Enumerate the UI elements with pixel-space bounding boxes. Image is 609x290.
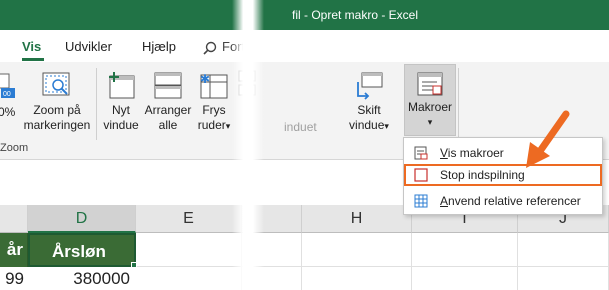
zoom-selection-label-1: Zoom på: [33, 103, 81, 117]
arrange-all-label-1: Arranger: [144, 103, 192, 117]
stop-recording-icon: [414, 168, 428, 182]
arrange-all-label-2: alle: [158, 118, 178, 132]
arrange-all-icon: [154, 72, 182, 99]
title-bar: fil - Opret makro - Excel: [0, 0, 609, 30]
table-header-cell-c[interactable]: år: [0, 233, 28, 267]
column-header-c[interactable]: [0, 205, 28, 233]
ribbon-separator-right: [458, 68, 459, 140]
zoom-100-button[interactable]: 00 0%: [0, 72, 16, 120]
table-cell-d[interactable]: 380000: [28, 267, 136, 290]
freeze-panes-dropdown-arrow: ▾: [225, 121, 231, 131]
switch-windows-label-1: Skift: [357, 103, 381, 117]
tab-hjaelp[interactable]: Hjælp: [142, 39, 176, 54]
zoom-100-icon: 00: [0, 73, 15, 98]
annotation-arrow-icon: [526, 110, 570, 168]
cell[interactable]: [136, 233, 242, 267]
new-window-label-1: Nyt: [112, 103, 130, 117]
menu-item-relative-references[interactable]: Anvend relative referencer: [404, 190, 602, 212]
cell[interactable]: [412, 233, 518, 267]
switch-windows-label-2: vindue: [349, 118, 385, 132]
svg-text:✱: ✱: [200, 72, 210, 86]
ribbon-separator: [96, 68, 97, 140]
table-header-cell-d[interactable]: Årsløn: [28, 233, 136, 267]
tab-vis[interactable]: Vis: [22, 39, 41, 54]
zoom-selection-label-2: markeringen: [23, 118, 91, 132]
macros-button[interactable]: Makroer ▾: [404, 64, 456, 136]
stop-recording-label: Stop indspilning: [440, 168, 525, 182]
freeze-panes-label-1: Frys: [202, 103, 226, 117]
relative-references-icon: [414, 194, 428, 208]
view-macros-icon: [414, 146, 428, 160]
view-macros-label: is makroer: [447, 146, 504, 160]
new-window-label-2: vindue: [103, 118, 139, 132]
cell[interactable]: [518, 233, 609, 267]
zoom-group-label: Zoom: [0, 142, 29, 154]
column-header-e[interactable]: E: [136, 205, 242, 233]
zoom-to-selection-button[interactable]: Zoom på markeringen: [22, 72, 92, 133]
tab-udvikler[interactable]: Udvikler: [65, 39, 112, 54]
macros-dropdown-arrow: ▾: [427, 117, 433, 127]
new-window-icon: [109, 72, 135, 99]
zoom-100-label: 0%: [0, 105, 16, 119]
freeze-panes-button[interactable]: ✱ Frys ruder▾: [193, 72, 235, 134]
freeze-panes-icon: ✱: [200, 72, 228, 99]
switch-windows-icon: [357, 72, 383, 100]
cell[interactable]: [302, 267, 412, 290]
column-header-h[interactable]: H: [302, 205, 412, 233]
macros-label: Makroer: [407, 100, 452, 114]
relative-references-underline: A: [440, 194, 449, 208]
cell[interactable]: [518, 267, 609, 290]
view-macros-underline: V: [440, 146, 448, 160]
cell[interactable]: [302, 233, 412, 267]
faded-label: induet: [284, 120, 317, 134]
macros-dropdown-menu: Vis makroer Stop indspilning Anvend rela…: [403, 137, 603, 215]
relative-references-label: nvend relative referencer: [448, 194, 581, 208]
cell[interactable]: [412, 267, 518, 290]
menu-item-stop-recording[interactable]: Stop indspilning: [404, 164, 602, 186]
zoom-selection-icon: [42, 72, 70, 96]
freeze-panes-label-2: ruder: [197, 118, 226, 132]
active-tab-indicator: [22, 58, 44, 61]
svg-text:00: 00: [3, 91, 11, 98]
cell[interactable]: [136, 267, 242, 290]
table-cell-c[interactable]: 99: [0, 267, 28, 290]
new-window-button[interactable]: Nyt vindue: [101, 72, 141, 133]
window-title: fil - Opret makro - Excel: [292, 8, 419, 22]
column-header-d[interactable]: D: [28, 205, 136, 233]
switch-windows-button[interactable]: Skift vindue▾: [344, 72, 394, 134]
fade-divider: [232, 0, 264, 290]
arrange-all-button[interactable]: Arranger alle: [142, 72, 194, 133]
switch-windows-dropdown-arrow: ▾: [384, 121, 389, 131]
search-icon[interactable]: [203, 41, 217, 55]
macros-icon: [417, 72, 443, 96]
menu-item-view-macros[interactable]: Vis makroer: [404, 142, 602, 164]
